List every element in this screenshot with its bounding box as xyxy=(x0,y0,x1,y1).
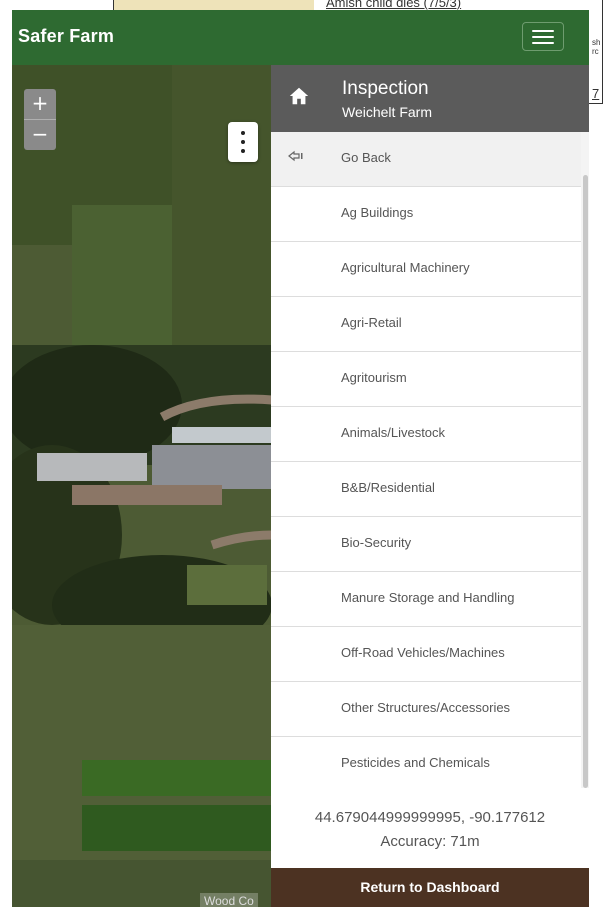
category-item-pesticides-chemicals[interactable]: Pesticides and Chemicals xyxy=(271,737,581,788)
background-side-number[interactable]: 7 xyxy=(592,86,599,101)
category-label: Animals/Livestock xyxy=(341,425,446,440)
zoom-out-button[interactable]: − xyxy=(24,119,56,150)
kebab-icon xyxy=(241,140,245,144)
category-label: Other Structures/Accessories xyxy=(341,700,511,715)
go-back-item[interactable]: Go Back xyxy=(271,132,581,187)
category-list: Go Back Ag Buildings Agricultural Machin… xyxy=(271,132,581,788)
app-title: Safer Farm xyxy=(18,26,115,46)
back-pointer-icon xyxy=(288,150,303,162)
background-side-snippet: sh rc xyxy=(592,38,600,56)
category-label: Bio-Security xyxy=(341,535,412,550)
panel-title: Inspection xyxy=(342,78,429,99)
gps-accuracy: Accuracy: 71m xyxy=(380,833,480,850)
category-item-manure-storage[interactable]: Manure Storage and Handling xyxy=(271,572,581,627)
category-label: Agritourism xyxy=(341,370,407,385)
category-label: Agri-Retail xyxy=(341,315,402,330)
category-label: B&B/Residential xyxy=(341,480,435,495)
category-label: Pesticides and Chemicals xyxy=(341,755,490,770)
category-item-agri-retail[interactable]: Agri-Retail xyxy=(271,297,581,352)
category-item-animals-livestock[interactable]: Animals/Livestock xyxy=(271,407,581,462)
background-snippet-line: rc xyxy=(592,47,599,56)
category-item-agricultural-machinery[interactable]: Agricultural Machinery xyxy=(271,242,581,297)
hamburger-icon xyxy=(532,30,554,32)
category-label: Ag Buildings xyxy=(341,205,414,220)
category-label: Manure Storage and Handling xyxy=(341,590,515,605)
category-item-agritourism[interactable]: Agritourism xyxy=(271,352,581,407)
map-attribution: Wood Co xyxy=(200,893,258,907)
hamburger-icon xyxy=(532,36,554,38)
background-headline-link[interactable]: Amish child dies (7/5/3) xyxy=(326,0,461,10)
category-label: Off-Road Vehicles/Machines xyxy=(341,645,505,660)
category-item-bio-security[interactable]: Bio-Security xyxy=(271,517,581,572)
zoom-control: + − xyxy=(24,89,56,150)
home-icon[interactable] xyxy=(288,85,310,107)
category-item-ag-buildings[interactable]: Ag Buildings xyxy=(271,187,581,242)
kebab-icon xyxy=(241,149,245,153)
kebab-icon xyxy=(241,131,245,135)
app-header: Safer Farm xyxy=(12,10,589,65)
panel-subtitle: Weichelt Farm xyxy=(342,104,432,120)
category-item-off-road-vehicles[interactable]: Off-Road Vehicles/Machines xyxy=(271,627,581,682)
category-item-other-structures[interactable]: Other Structures/Accessories xyxy=(271,682,581,737)
panel-header: Inspection Weichelt Farm xyxy=(271,65,589,132)
category-label: Agricultural Machinery xyxy=(341,260,470,275)
list-scrollbar-thumb[interactable] xyxy=(583,175,588,788)
hamburger-icon xyxy=(532,42,554,44)
hamburger-menu-button[interactable] xyxy=(522,22,564,51)
map-options-button[interactable] xyxy=(228,122,258,162)
return-to-dashboard-button[interactable]: Return to Dashboard xyxy=(271,868,589,907)
zoom-in-button[interactable]: + xyxy=(24,89,56,119)
gps-coordinates: 44.679044999999995, -90.177612 xyxy=(314,809,546,826)
go-back-label: Go Back xyxy=(341,150,391,165)
app-window: Safer Farm + − Wood Co Inspection Weiche… xyxy=(12,10,589,907)
inspection-panel: Inspection Weichelt Farm Go Back Ag Buil… xyxy=(271,65,589,907)
category-item-bb-residential[interactable]: B&B/Residential xyxy=(271,462,581,517)
background-snippet-line: sh xyxy=(592,38,601,47)
